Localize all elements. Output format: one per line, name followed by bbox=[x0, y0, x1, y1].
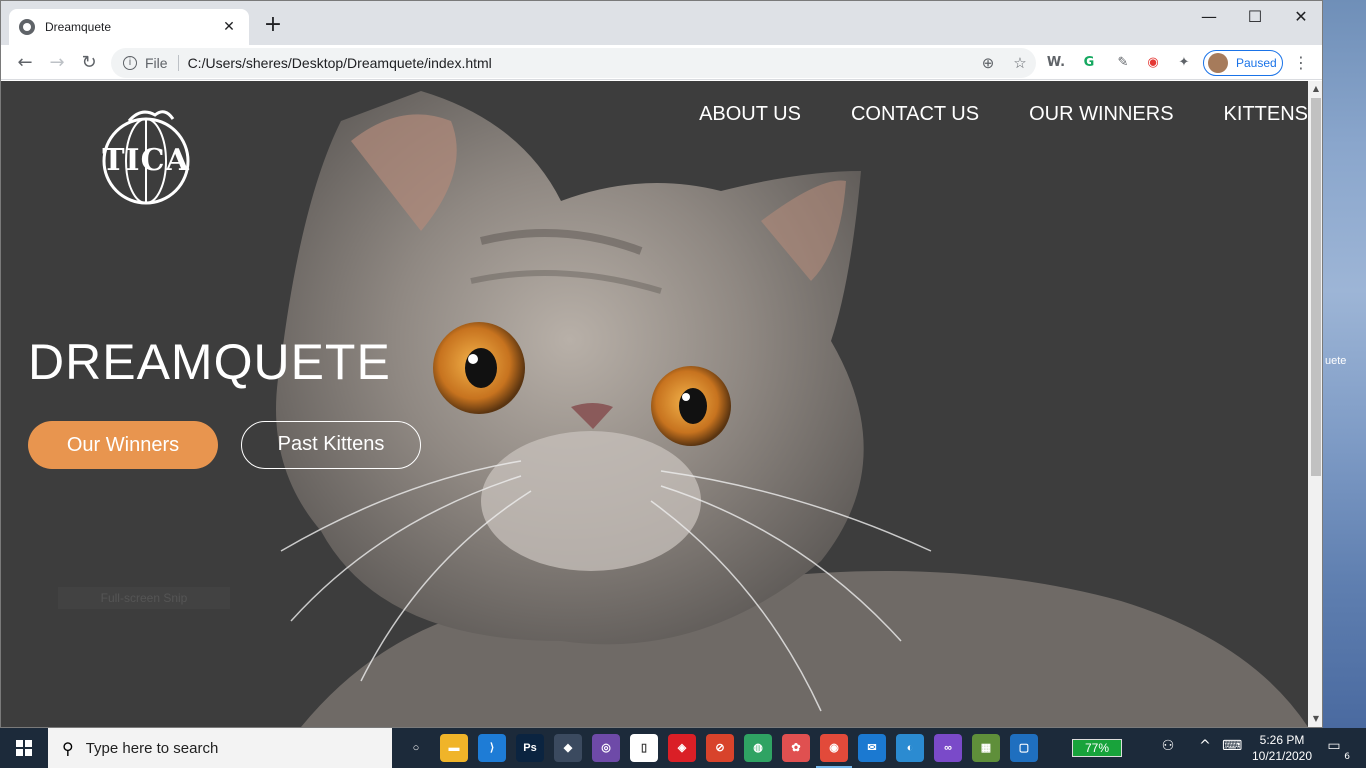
reload-icon[interactable]: ↻ bbox=[75, 49, 103, 77]
github-desktop-icon[interactable]: ◎ bbox=[592, 734, 620, 762]
forward-icon[interactable]: → bbox=[43, 49, 71, 77]
taskbar-search[interactable]: ⚲ Type here to search bbox=[48, 728, 392, 768]
desktop-background: uete bbox=[1323, 0, 1366, 728]
cortana-icon[interactable]: ○ bbox=[402, 734, 430, 762]
scroll-thumb[interactable] bbox=[1311, 98, 1321, 476]
page-scrollbar[interactable]: ▲ ▼ bbox=[1308, 81, 1322, 727]
chrome-menu-icon[interactable]: ⋮ bbox=[1291, 53, 1311, 72]
tab-title: Dreamquete bbox=[45, 20, 112, 34]
system-clock[interactable]: 5:26 PM 10/21/2020 bbox=[1250, 732, 1314, 764]
search-placeholder: Type here to search bbox=[85, 739, 219, 757]
scroll-down-icon[interactable]: ▼ bbox=[1308, 711, 1322, 727]
visual-studio-icon[interactable]: ∞ bbox=[934, 734, 962, 762]
tab-close-icon[interactable]: ✕ bbox=[219, 19, 239, 35]
keyboard-icon[interactable]: ⌨ bbox=[1222, 738, 1242, 754]
sticky-icon[interactable]: ▢ bbox=[1010, 734, 1038, 762]
edge-icon[interactable]: ◐ bbox=[896, 734, 924, 762]
extensions-puzzle-icon[interactable]: ✦ bbox=[1174, 53, 1194, 73]
minecraft-icon[interactable]: ▦ bbox=[972, 734, 1000, 762]
start-button[interactable] bbox=[0, 728, 48, 768]
paint-icon[interactable]: ✿ bbox=[782, 734, 810, 762]
wikiwand-extension-icon[interactable]: W. bbox=[1046, 53, 1066, 73]
mail-icon[interactable]: ✉ bbox=[858, 734, 886, 762]
nav-contact-us[interactable]: CONTACT US bbox=[826, 103, 1004, 125]
tab-dreamquete[interactable]: Dreamquete ✕ bbox=[9, 9, 249, 45]
notification-icon[interactable]: ▭ 6 bbox=[1324, 738, 1350, 762]
avatar bbox=[1208, 53, 1228, 73]
desktop-icon-label[interactable]: uete bbox=[1325, 355, 1346, 367]
battery-indicator[interactable]: 77% bbox=[1072, 739, 1122, 757]
back-icon[interactable]: ← bbox=[11, 49, 39, 77]
photoshop-icon[interactable]: Ps bbox=[516, 734, 544, 762]
snip-overlay-label: Full-screen Snip bbox=[58, 587, 230, 609]
git-icon[interactable]: ◆ bbox=[554, 734, 582, 762]
color-wheel-extension-icon[interactable]: ◉ bbox=[1143, 53, 1163, 73]
maps-icon[interactable]: ◍ bbox=[744, 734, 772, 762]
search-icon: ⚲ bbox=[62, 738, 74, 758]
profile-status: Paused bbox=[1236, 56, 1277, 70]
grammarly-extension-icon[interactable]: G bbox=[1079, 53, 1099, 73]
nav-our-winners[interactable]: OUR WINNERS bbox=[1004, 103, 1198, 125]
browser-window: Dreamquete ✕ + — ☐ ✕ ← → ↻ i File C:/Use… bbox=[0, 0, 1323, 728]
file-explorer-icon[interactable]: ▬ bbox=[440, 734, 468, 762]
url-scheme: File bbox=[145, 55, 168, 71]
our-winners-button[interactable]: Our Winners bbox=[28, 421, 218, 469]
browser-toolbar: ← → ↻ i File C:/Users/sheres/Desktop/Dre… bbox=[1, 45, 1322, 80]
vscode-icon[interactable]: ⟩ bbox=[478, 734, 506, 762]
zoom-icon[interactable]: ⊕ bbox=[972, 54, 1004, 72]
page-viewport: TICA ABOUT US CONTACT US OUR WINNERS KIT… bbox=[1, 81, 1308, 727]
bookmark-star-icon[interactable]: ☆ bbox=[1004, 54, 1036, 72]
maximize-button[interactable]: ☐ bbox=[1232, 5, 1278, 29]
nav-about-us[interactable]: ABOUT US bbox=[674, 103, 826, 125]
address-bar[interactable]: i File C:/Users/sheres/Desktop/Dreamquet… bbox=[111, 48, 1036, 78]
color-picker-extension-icon[interactable]: ✎ bbox=[1113, 53, 1133, 73]
hero-title: DREAMQUETE bbox=[28, 334, 391, 390]
notification-count: 6 bbox=[1344, 752, 1350, 762]
globe-icon bbox=[19, 19, 35, 35]
close-window-button[interactable]: ✕ bbox=[1278, 5, 1322, 29]
chevron-up-icon[interactable]: ^ bbox=[1195, 738, 1215, 754]
chrome-icon[interactable]: ◉ bbox=[816, 734, 852, 768]
new-tab-button[interactable]: + bbox=[261, 13, 285, 37]
windows-logo-icon bbox=[16, 740, 32, 756]
clock-date: 10/21/2020 bbox=[1251, 749, 1313, 763]
clock-time: 5:26 PM bbox=[1259, 733, 1305, 747]
creative-cloud-icon[interactable]: ◈ bbox=[668, 734, 696, 762]
remote-icon[interactable]: ⊘ bbox=[706, 734, 734, 762]
minimize-button[interactable]: — bbox=[1186, 5, 1232, 29]
profile-button[interactable]: Paused bbox=[1203, 50, 1283, 76]
taskbar: ⚲ Type here to search ○ ▬ ⟩ Ps ◆ ◎ ▯ ◈ ⊘ ◍ ✿ ◉ ✉ ◐ ∞ ▦ ▢… bbox=[0, 728, 1366, 768]
scroll-up-icon[interactable]: ▲ bbox=[1308, 81, 1322, 97]
people-icon[interactable]: ⚇ bbox=[1158, 738, 1178, 754]
url-text[interactable]: C:/Users/sheres/Desktop/Dreamquete/index… bbox=[188, 55, 972, 71]
site-nav: ABOUT US CONTACT US OUR WINNERS KITTENS bbox=[674, 103, 1308, 125]
tica-logo[interactable]: TICA bbox=[93, 103, 199, 215]
info-icon[interactable]: i bbox=[123, 56, 137, 70]
nav-kittens[interactable]: KITTENS bbox=[1199, 103, 1308, 125]
past-kittens-button[interactable]: Past Kittens bbox=[241, 421, 421, 469]
url-divider bbox=[177, 55, 179, 71]
tab-strip: Dreamquete ✕ + — ☐ ✕ bbox=[1, 1, 1322, 45]
notepad-icon[interactable]: ▯ bbox=[630, 734, 658, 762]
logo-wordmark: TICA bbox=[102, 143, 190, 178]
